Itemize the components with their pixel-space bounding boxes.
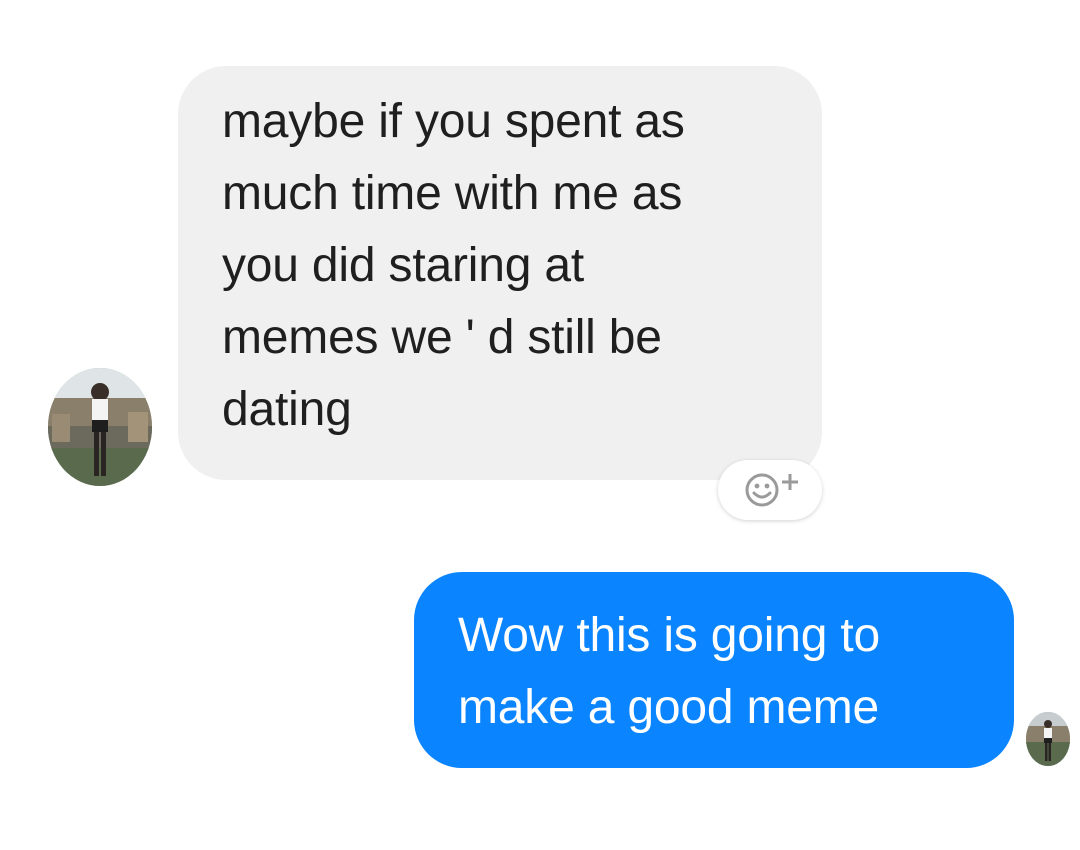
message-text-line: you did staring at <box>222 239 584 292</box>
contact-avatar-photo <box>48 368 152 486</box>
contact-avatar[interactable] <box>48 368 152 486</box>
message-text-line: much time with me as <box>222 167 683 220</box>
message-thread: maybe if you spent as much time with me … <box>0 0 1080 850</box>
chat-screen: maybe if you spent as much time with me … <box>0 0 1080 850</box>
message-text-line: make a good meme <box>458 681 880 734</box>
add-reaction-icon <box>745 473 798 507</box>
add-reaction-button[interactable] <box>718 460 822 520</box>
self-avatar-photo <box>1026 712 1070 766</box>
received-message-bubble[interactable]: maybe if you spent as much time with me … <box>178 66 822 480</box>
message-text-line: dating <box>222 383 352 436</box>
self-avatar[interactable] <box>1026 712 1070 766</box>
message-text-line: memes we ' d still be <box>222 311 662 364</box>
message-text-line: Wow this is going to <box>458 609 880 662</box>
message-text-line: maybe if you spent as <box>222 95 685 148</box>
sent-message-bubble[interactable]: Wow this is going to make a good meme <box>414 572 1014 768</box>
